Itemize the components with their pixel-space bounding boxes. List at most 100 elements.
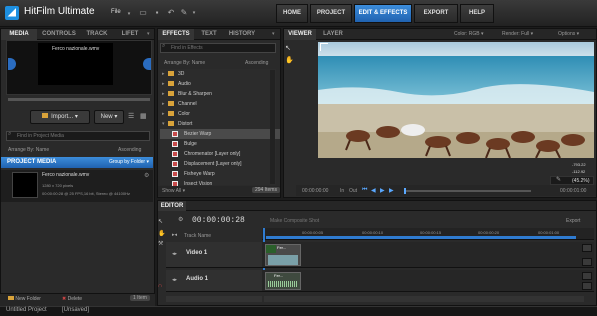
audio-track-lane (262, 270, 594, 292)
new-label: New (100, 114, 113, 120)
video-track-name[interactable]: Video 1 (186, 250, 207, 256)
in-point-button[interactable]: In (340, 188, 344, 194)
tools-chevron-icon[interactable]: ▾ (189, 8, 199, 18)
expand-tracks-icon[interactable]: ▸◂ (172, 232, 177, 238)
tab-layer[interactable]: LAYER (318, 29, 348, 40)
step-back-icon[interactable]: ◀ (371, 187, 376, 194)
effects-arrange-label[interactable]: Arrange By: Name (164, 60, 205, 66)
file-menu[interactable]: File (111, 9, 121, 15)
media-sort-label[interactable]: Ascending (118, 147, 141, 153)
preview-right-handle[interactable] (143, 58, 151, 70)
render-quality-select[interactable]: Render: Full ▾ (502, 31, 533, 37)
editor-export-button[interactable]: Export (566, 218, 580, 224)
new-button[interactable]: New ▾ (94, 110, 124, 124)
nav-home-button[interactable]: HOME (276, 4, 308, 23)
effects-scrollbar[interactable] (270, 70, 275, 184)
nav-project-button[interactable]: PROJECT (310, 4, 352, 23)
effect-icon (172, 141, 178, 147)
effects-item[interactable]: Bezier Warp (160, 129, 280, 139)
audio-track-header[interactable] (166, 270, 262, 292)
tab-media[interactable]: MEDIA (1, 29, 37, 40)
file-menu-chevron-icon[interactable]: ▾ (124, 9, 134, 19)
preview-scrubber[interactable] (8, 98, 150, 101)
tab-viewer[interactable]: VIEWER (284, 29, 316, 40)
razor-tool-icon[interactable]: ⚒ (158, 240, 163, 247)
snap-magnet-icon[interactable]: ∩ (158, 283, 162, 289)
audio-scroll-down[interactable] (582, 282, 592, 290)
viewer-playhead[interactable] (404, 188, 406, 194)
preview-filename: Ferco nazionale.wmv (52, 46, 100, 52)
viewer-scrub-bar[interactable] (406, 190, 531, 192)
play-icon[interactable]: ▶ (380, 187, 385, 194)
track-scroll-down[interactable] (582, 258, 592, 266)
media-item-settings-icon[interactable]: ⚙ (144, 172, 149, 179)
new-project-icon[interactable]: ▭ (138, 8, 148, 18)
nav-export-button[interactable]: EXPORT (414, 4, 458, 23)
go-to-start-icon[interactable]: ⏮ (362, 187, 367, 194)
editor-select-tool-icon[interactable]: ↖ (158, 218, 163, 225)
effects-search-input[interactable]: Find in Effects (160, 43, 276, 53)
editor-settings-icon[interactable]: ⚙ (178, 216, 183, 223)
ruler-tick: 00:00:00:20 (478, 230, 500, 235)
project-media-label: PROJECT MEDIA (7, 159, 57, 165)
effects-item[interactable]: Chromenator [Layer only] (160, 149, 280, 159)
effects-item[interactable]: Bulge (160, 139, 280, 149)
undo-icon[interactable]: ↶ (166, 8, 176, 18)
tab-track[interactable]: TRACK (81, 29, 113, 40)
tab-text[interactable]: TEXT (196, 29, 222, 40)
editor-timecode[interactable]: 00:00:00:28 (192, 216, 245, 225)
audio-mute-icon[interactable]: ◂▸ (172, 277, 177, 283)
effects-item[interactable]: ▸ Audio (160, 79, 280, 89)
group-by-folder[interactable]: Group by Folder ▾ (109, 157, 149, 168)
select-tool-icon[interactable]: ↖ (285, 44, 291, 52)
timeline-work-area[interactable] (266, 236, 576, 239)
new-folder-button[interactable]: New Folder (8, 296, 41, 302)
coord-x-readout: -793.22 (572, 162, 586, 167)
media-arrange-label[interactable]: Arrange By: Name (8, 147, 49, 153)
effects-item[interactable]: ▸ Color (160, 109, 280, 119)
nav-help-button[interactable]: HELP (460, 4, 494, 23)
effects-item[interactable]: ▸ 3D (160, 69, 280, 79)
zoom-level[interactable]: (45.2%) (572, 178, 590, 184)
ruler-tick: 00:00:00:15 (420, 230, 442, 235)
import-button[interactable]: Import... ▾ (30, 110, 90, 124)
zoom-tool-icon[interactable]: ✎ (556, 176, 561, 183)
tab-effects[interactable]: EFFECTS (158, 29, 194, 40)
effects-show-all[interactable]: Show All ▾ (162, 188, 185, 194)
video-visibility-icon[interactable]: ◂▸ (172, 251, 177, 257)
make-composite-shot-button[interactable]: Make Composite Shot (270, 218, 319, 224)
editor-zoom-slider[interactable] (166, 296, 262, 302)
editor-horizontal-scrollbar[interactable] (264, 296, 584, 302)
editor-hand-tool-icon[interactable]: ✋ (158, 230, 165, 237)
panel-menu-icon[interactable]: ▾ (147, 31, 150, 37)
save-icon[interactable]: ▪ (152, 8, 162, 18)
audio-track-name[interactable]: Audio 1 (186, 276, 208, 282)
effects-item[interactable]: ▸ Channel (160, 99, 280, 109)
tools-icon[interactable]: ✎ (179, 8, 189, 18)
media-search-input[interactable]: Find in Project Media (6, 131, 150, 141)
out-point-button[interactable]: Out (349, 188, 357, 194)
step-forward-icon[interactable]: ▶ (389, 187, 394, 194)
tab-lifetime[interactable]: LIFET (115, 29, 145, 40)
viewer-options-menu[interactable]: Options ▾ (558, 31, 579, 37)
effects-item[interactable]: Fisheye Warp (160, 169, 280, 179)
grid-view-icon[interactable]: ▦ (140, 112, 150, 122)
video-clip[interactable]: Fer... (265, 244, 301, 266)
video-track-header[interactable] (166, 242, 262, 268)
color-mode-select[interactable]: Color: RGB ▾ (454, 31, 483, 37)
effects-search-icon: ⌕ (162, 43, 166, 49)
nav-edit-effects-button[interactable]: EDIT & EFFECTS (354, 4, 412, 23)
delete-button[interactable]: ✖ Delete (62, 296, 82, 302)
effects-item[interactable]: ▾ Distort (160, 119, 280, 129)
audio-clip[interactable]: Fer... (265, 272, 301, 290)
effects-menu-icon[interactable]: ▾ (272, 31, 275, 37)
effects-item[interactable]: ▸ Blur & Sharpen (160, 89, 280, 99)
list-view-icon[interactable]: ☰ (128, 112, 138, 122)
audio-scroll-up[interactable] (582, 272, 592, 280)
effects-sort-label[interactable]: Ascending (245, 60, 268, 66)
hand-tool-icon[interactable]: ✋ (285, 56, 294, 64)
effects-item[interactable]: Displacement [Layer only] (160, 159, 280, 169)
tab-history[interactable]: HISTORY (224, 29, 260, 40)
tab-controls[interactable]: CONTROLS (39, 29, 79, 40)
track-scroll-up[interactable] (582, 244, 592, 252)
